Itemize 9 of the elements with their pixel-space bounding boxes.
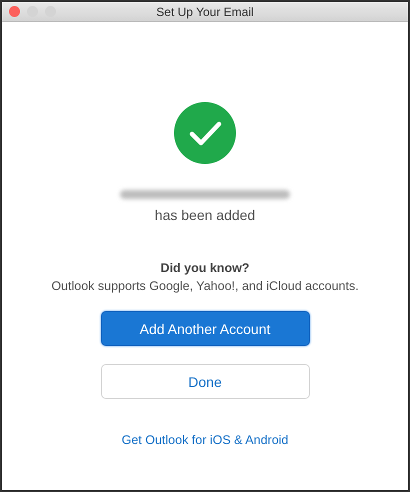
tip-text: Outlook supports Google, Yahoo!, and iCloud accounts. <box>51 279 359 293</box>
tip-heading: Did you know? <box>160 261 250 275</box>
done-button[interactable]: Done <box>100 364 310 399</box>
window-close-button[interactable] <box>9 6 20 17</box>
outlook-mobile-link[interactable]: Get Outlook for iOS & Android <box>122 433 288 447</box>
window-title: Set Up Your Email <box>156 4 254 18</box>
checkmark-icon <box>174 102 236 164</box>
status-message: has been added <box>154 207 256 223</box>
add-account-button[interactable]: Add Another Account <box>100 311 310 346</box>
